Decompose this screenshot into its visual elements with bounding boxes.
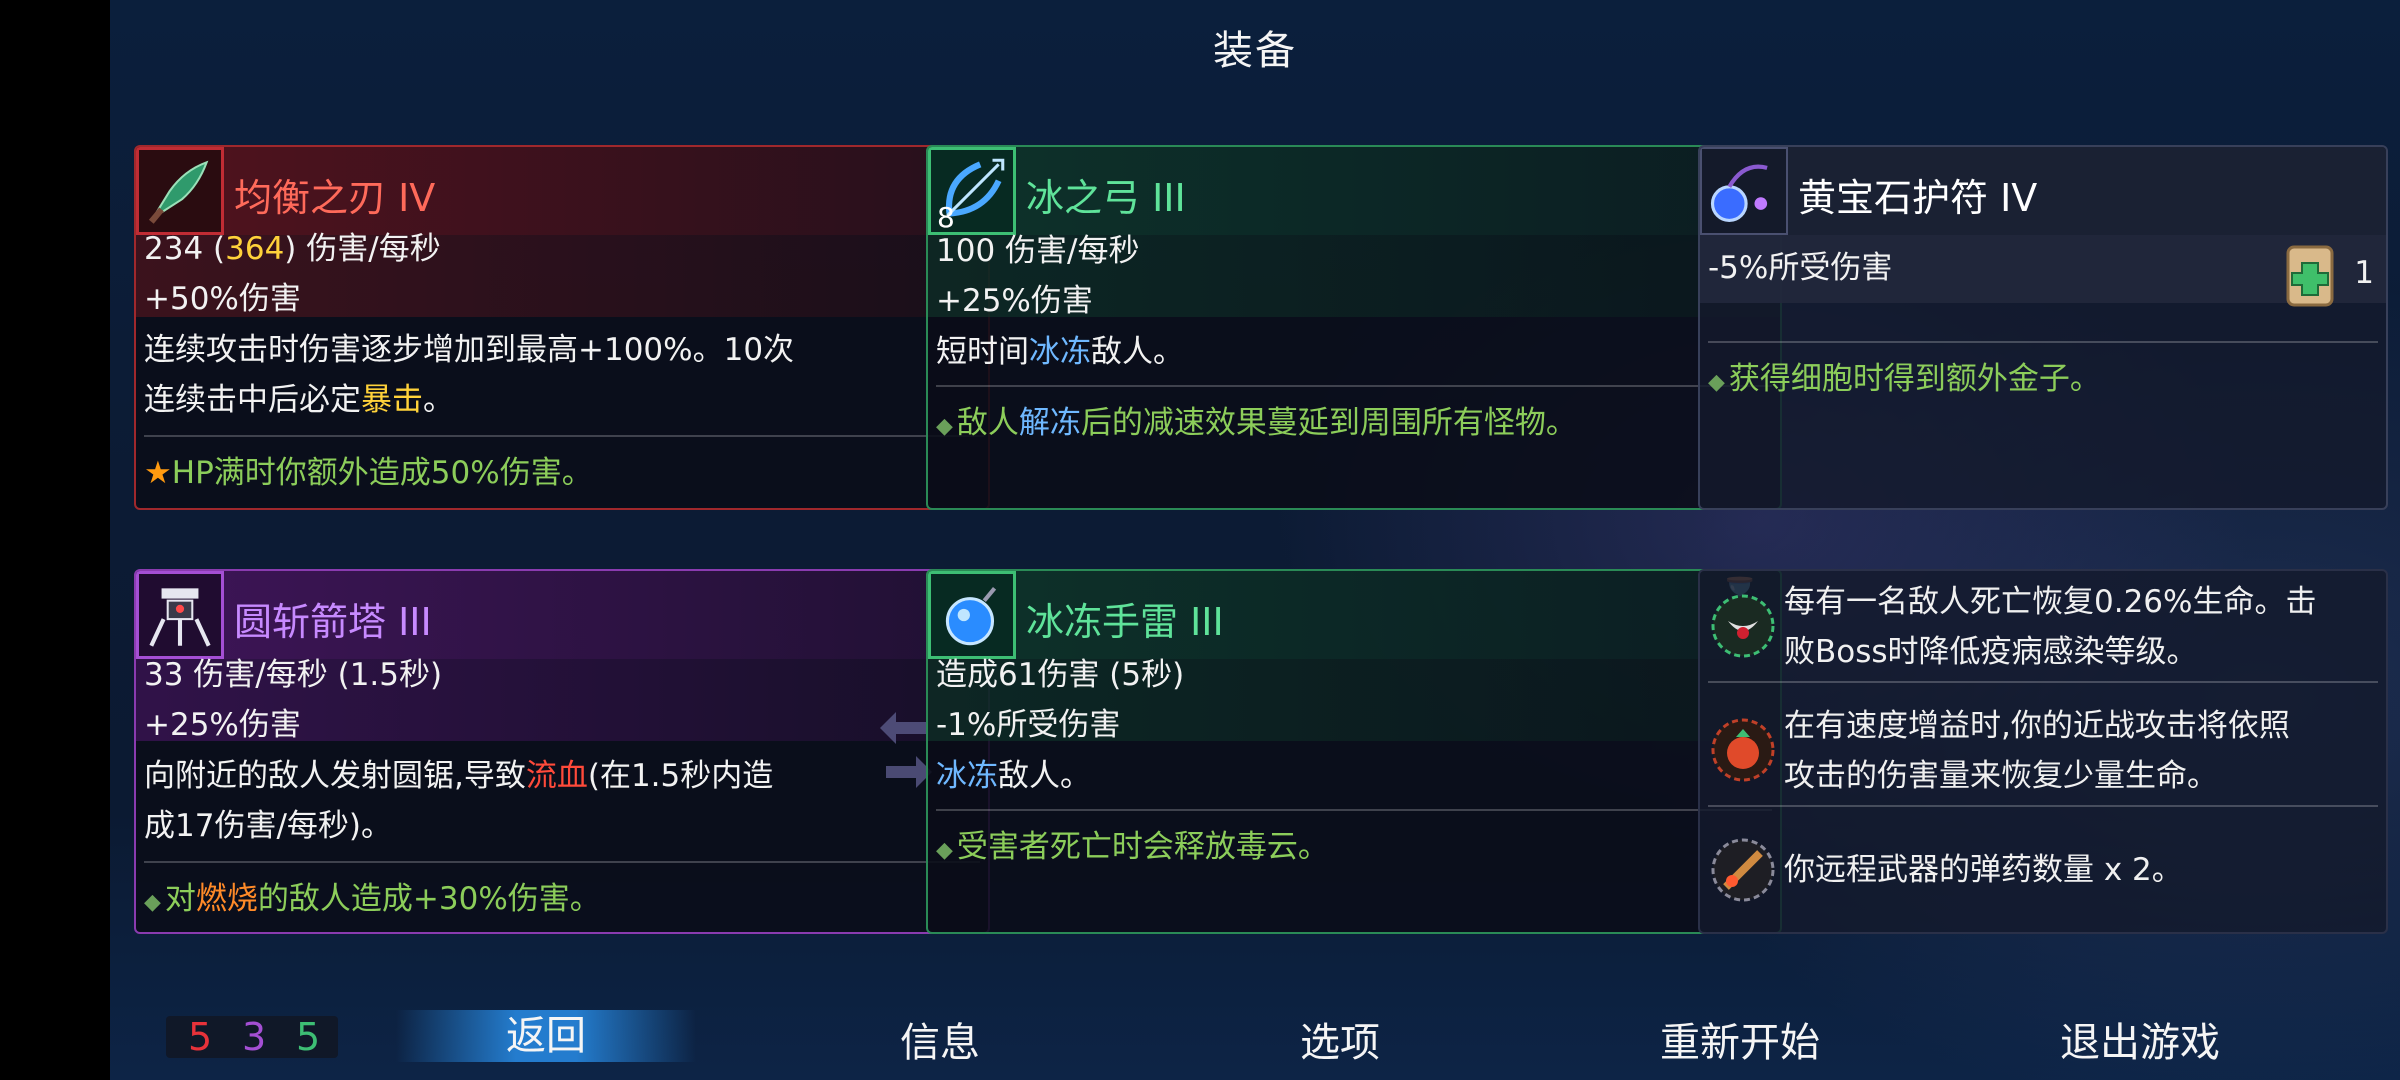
skill-name: 圆斩箭塔 III: [234, 600, 432, 644]
bleed-keyword: 流血: [525, 758, 588, 794]
skill2-desc: 冰冻敌人。: [936, 758, 1091, 794]
mutation-row[interactable]: 每有一名敌人死亡恢复0.26%生命。击 败Boss时降低疫病感染等级。: [1704, 577, 2378, 677]
weapon1-dps: 234 (364) 伤害/每秒: [144, 231, 441, 267]
weapon2-stat: +25%伤害: [936, 283, 1093, 319]
scroll-icon: [2280, 241, 2340, 311]
brutality-stat: 5: [188, 1015, 213, 1059]
skill1-desc-line2: 成17伤害/每秒)。: [144, 808, 392, 844]
freeze-keyword: 冰冻: [936, 758, 998, 794]
combo-heal-mutation-icon: [1708, 715, 1778, 785]
skill-card-ice-grenade[interactable]: 冰冻手雷 III ⌛ 18 造成61伤害 (5秒) -1%所受伤害 冰冻敌人。 …: [926, 569, 1782, 934]
divider: [936, 385, 1772, 387]
divider: [1708, 805, 2378, 807]
weapon2-dps: 100 伤害/每秒: [936, 233, 1140, 269]
weapon1-desc-line1: 连续攻击时伤害逐步增加到最高+100%。10次: [144, 332, 795, 368]
weapon2-desc: 短时间冰冻敌人。: [936, 334, 1184, 370]
bottom-menu: 5 3 5 返回 信息 选项 重新开始 退出游戏: [110, 992, 2400, 1080]
stat-scrolls: 5 3 5: [166, 1016, 338, 1058]
options-button[interactable]: 选项: [1240, 1010, 1440, 1068]
weapon-name: 冰之弓 III: [1026, 176, 1186, 220]
mutation-row[interactable]: 在有速度增益时,你的近战攻击将依照 攻击的伤害量来恢复少量生命。: [1704, 701, 2378, 801]
skill2-bonus: ◆ 受害者死亡时会释放毒云。: [936, 829, 1329, 865]
mutation-row[interactable]: 你远程武器的弹药数量 x 2。: [1704, 821, 2378, 921]
amulet-bonus: ◆ 获得细胞时得到额外金子。: [1708, 361, 2101, 397]
mutation-text: 在有速度增益时,你的近战攻击将依照 攻击的伤害量来恢复少量生命。: [1784, 708, 2290, 794]
restart-button[interactable]: 重新开始: [1640, 1010, 1840, 1068]
divider: [144, 861, 980, 863]
skill2-stat: -1%所受伤害: [936, 707, 1121, 743]
survival-stat: 5: [296, 1015, 321, 1059]
amulet-card-topaz[interactable]: 黄宝石护符 IV -5%所受伤害 1 ◆ 获得细胞时得到额外金子。: [1698, 145, 2388, 510]
back-button[interactable]: 返回: [396, 1010, 696, 1062]
divider: [936, 809, 1772, 811]
turret-icon: [136, 571, 224, 659]
scroll-count: 1: [2354, 255, 2374, 291]
skill2-dps: 造成61伤害 (5秒): [936, 657, 1185, 693]
vampirism-mutation-icon: [1708, 591, 1778, 661]
weapon-card-ice-bow[interactable]: 8 冰之弓 III 100 伤害/每秒 +25%伤害 短时间冰冻敌人。 ◆ 敌人解…: [926, 145, 1782, 510]
freeze-keyword: 冰冻: [1029, 334, 1091, 370]
divider: [1708, 681, 2378, 683]
star-icon: ★: [144, 455, 172, 491]
skill-name: 冰冻手雷 III: [1026, 600, 1224, 644]
divider: [144, 435, 984, 437]
weapon1-legendary-bonus: ★HP满时你额外造成50%伤害。: [144, 455, 593, 491]
bow-icon: 8: [928, 147, 1016, 235]
grenade-icon: [928, 571, 1016, 659]
info-button[interactable]: 信息: [840, 1010, 1040, 1068]
tactics-stat: 3: [242, 1015, 267, 1059]
weapon1-stat: +50%伤害: [144, 281, 301, 317]
amulet-stat: -5%所受伤害: [1708, 250, 1893, 286]
amulet-icon: [1700, 147, 1788, 235]
divider: [1708, 341, 2378, 343]
skill1-stat: +25%伤害: [144, 707, 301, 743]
weapon2-bonus: ◆ 敌人解冻后的减速效果蔓延到周围所有怪物。: [936, 405, 1577, 441]
skill1-bonus: ◆ 对燃烧的敌人造成+30%伤害。: [144, 881, 601, 917]
weapon1-dps-crit: 364: [225, 231, 285, 267]
skill1-dps: 33 伤害/每秒 (1.5秒): [144, 657, 443, 693]
mutation-text: 每有一名敌人死亡恢复0.26%生命。击 败Boss时降低疫病感染等级。: [1784, 584, 2317, 670]
weapon1-desc-line2: 连续击中后必定暴击。: [144, 382, 454, 418]
quit-button[interactable]: 退出游戏: [2040, 1010, 2240, 1068]
ammo-mutation-icon: [1708, 835, 1778, 905]
mutations-panel: 每有一名敌人死亡恢复0.26%生命。击 败Boss时降低疫病感染等级。 在有速度增…: [1698, 569, 2388, 934]
skill1-desc-line1: 向附近的敌人发射圆锯,导致流血(在1.5秒内造: [144, 758, 774, 794]
mutation-text: 你远程武器的弹药数量 x 2。: [1784, 852, 2183, 888]
skill-card-sawblade-turret[interactable]: 圆斩箭塔 III ⌛ 10 33 伤害/每秒 (1.5秒) +25%伤害 向附近…: [134, 569, 990, 934]
burning-keyword: 燃烧: [195, 881, 258, 917]
amulet-name: 黄宝石护符 IV: [1798, 176, 2038, 220]
crit-keyword: 暴击: [361, 382, 423, 418]
